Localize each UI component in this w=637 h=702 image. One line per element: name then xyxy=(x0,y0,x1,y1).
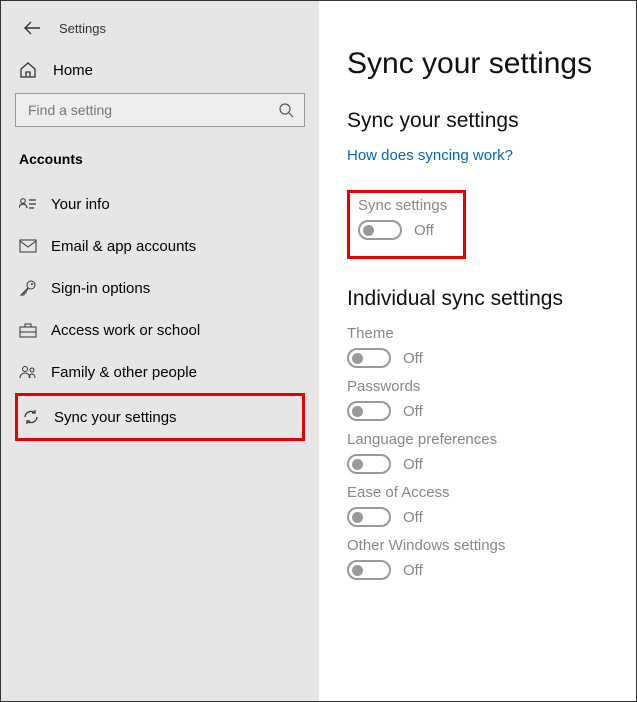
nav-item-label: Your info xyxy=(51,196,110,213)
opt-language-label: Language preferences xyxy=(347,431,634,448)
nav-family-people[interactable]: Family & other people xyxy=(15,351,305,393)
toggle-language[interactable] xyxy=(347,454,391,474)
sync-icon xyxy=(22,408,40,426)
toggle-language-state: Off xyxy=(403,456,423,473)
nav-item-label: Sync your settings xyxy=(54,409,177,426)
section-individual-title: Individual sync settings xyxy=(347,287,634,311)
back-arrow-icon xyxy=(24,20,40,36)
page-title: Sync your settings xyxy=(347,47,634,81)
opt-passwords-label: Passwords xyxy=(347,378,634,395)
toggle-knob-icon xyxy=(352,353,363,364)
toggle-knob-icon xyxy=(352,512,363,523)
opt-other-label: Other Windows settings xyxy=(347,537,634,554)
toggle-passwords-state: Off xyxy=(403,403,423,420)
sidebar: Settings Home Accounts Your info Email &… xyxy=(1,1,319,701)
nav-item-label: Sign-in options xyxy=(51,280,150,297)
toggle-passwords[interactable] xyxy=(347,401,391,421)
toggle-knob-icon xyxy=(363,225,374,236)
toggle-theme[interactable] xyxy=(347,348,391,368)
briefcase-icon xyxy=(19,321,37,339)
nav-your-info[interactable]: Your info xyxy=(15,183,305,225)
main-pane: Sync your settings Sync your settings Ho… xyxy=(319,1,636,701)
search-box[interactable] xyxy=(15,93,305,127)
toggle-other-state: Off xyxy=(403,562,423,579)
toggle-knob-icon xyxy=(352,565,363,576)
master-toggle[interactable] xyxy=(358,220,402,240)
nav-home-label: Home xyxy=(53,62,93,79)
master-toggle-block: Sync settings Off xyxy=(347,190,466,259)
nav-item-label: Family & other people xyxy=(51,364,197,381)
home-icon xyxy=(19,61,37,79)
sidebar-section-title: Accounts xyxy=(15,147,305,183)
search-icon xyxy=(278,102,294,118)
toggle-knob-icon xyxy=(352,406,363,417)
nav-signin-options[interactable]: Sign-in options xyxy=(15,267,305,309)
settings-window: Settings Home Accounts Your info Email &… xyxy=(0,0,637,702)
nav-item-label: Access work or school xyxy=(51,322,200,339)
nav-home[interactable]: Home xyxy=(15,51,305,93)
opt-theme-label: Theme xyxy=(347,325,634,342)
back-button[interactable] xyxy=(23,19,41,37)
nav-work-school[interactable]: Access work or school xyxy=(15,309,305,351)
app-title: Settings xyxy=(59,21,106,36)
search-input[interactable] xyxy=(26,101,278,119)
toggle-knob-icon xyxy=(352,459,363,470)
key-icon xyxy=(19,279,37,297)
toggle-ease[interactable] xyxy=(347,507,391,527)
section-sync-title: Sync your settings xyxy=(347,109,634,133)
topbar: Settings xyxy=(1,1,319,51)
nav-sync-settings[interactable]: Sync your settings xyxy=(15,393,305,441)
help-link[interactable]: How does syncing work? xyxy=(347,147,634,164)
toggle-ease-state: Off xyxy=(403,509,423,526)
mail-icon xyxy=(19,237,37,255)
people-icon xyxy=(19,363,37,381)
nav-item-label: Email & app accounts xyxy=(51,238,196,255)
master-toggle-state: Off xyxy=(414,222,434,239)
master-toggle-label: Sync settings xyxy=(358,197,447,214)
opt-ease-label: Ease of Access xyxy=(347,484,634,501)
toggle-theme-state: Off xyxy=(403,350,423,367)
person-card-icon xyxy=(19,195,37,213)
toggle-other[interactable] xyxy=(347,560,391,580)
nav-email-accounts[interactable]: Email & app accounts xyxy=(15,225,305,267)
